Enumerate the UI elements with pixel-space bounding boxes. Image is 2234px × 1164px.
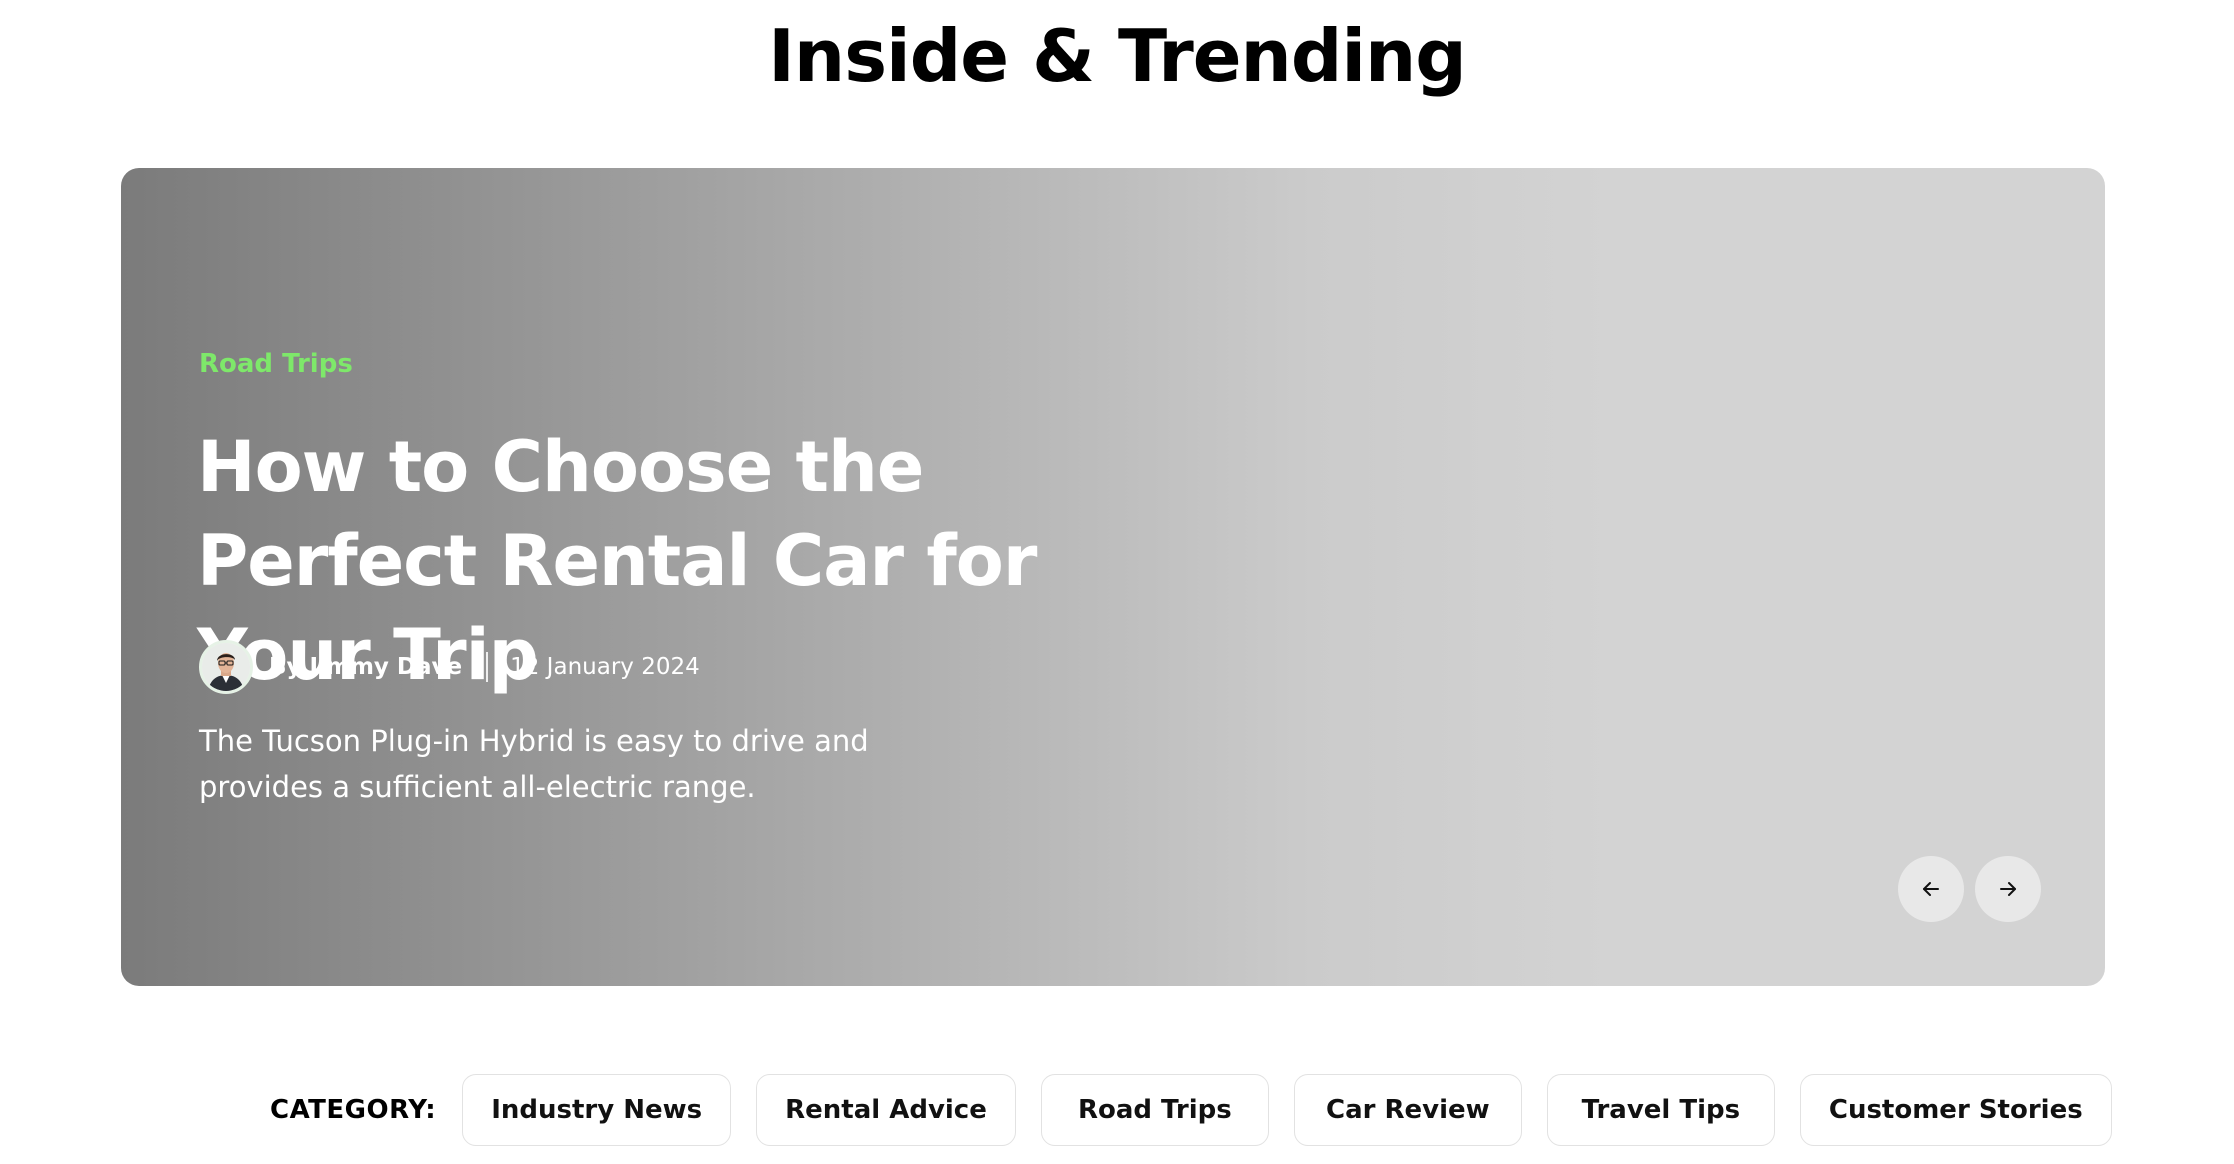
category-label: CATEGORY:: [270, 1095, 437, 1125]
category-filter-bar: CATEGORY: Industry News Rental Advice Ro…: [270, 1074, 2112, 1146]
section-title: Inside & Trending: [768, 14, 1467, 98]
category-chip-car-review[interactable]: Car Review: [1293, 1074, 1522, 1146]
category-chip-road-trips[interactable]: Road Trips: [1040, 1074, 1269, 1146]
category-chip-rental-advice[interactable]: Rental Advice: [756, 1074, 1016, 1146]
trending-section: Inside & Trending Road Trips How to Choo…: [0, 0, 2234, 1164]
meta-divider: [486, 652, 489, 682]
carousel-next-button[interactable]: [1975, 856, 2041, 922]
category-chip-travel-tips[interactable]: Travel Tips: [1546, 1074, 1775, 1146]
carousel-prev-button[interactable]: [1898, 856, 1964, 922]
author-avatar: [199, 640, 253, 694]
arrow-right-icon: [2000, 882, 2016, 896]
article-category-tag[interactable]: Road Trips: [199, 346, 353, 382]
category-chip-industry-news[interactable]: Industry News: [462, 1074, 732, 1146]
article-excerpt: The Tucson Plug-in Hybrid is easy to dri…: [199, 724, 869, 804]
arrow-left-icon: [1923, 882, 1939, 896]
category-chip-customer-stories[interactable]: Customer Stories: [1799, 1074, 2112, 1146]
author-name[interactable]: By Jimmy Dave: [269, 654, 462, 680]
publish-date: 12 January 2024: [510, 654, 700, 680]
article-meta: By Jimmy Dave 12 January 2024: [199, 640, 700, 694]
featured-article-card[interactable]: Road Trips How to Choose the Perfect Ren…: [121, 168, 2105, 986]
